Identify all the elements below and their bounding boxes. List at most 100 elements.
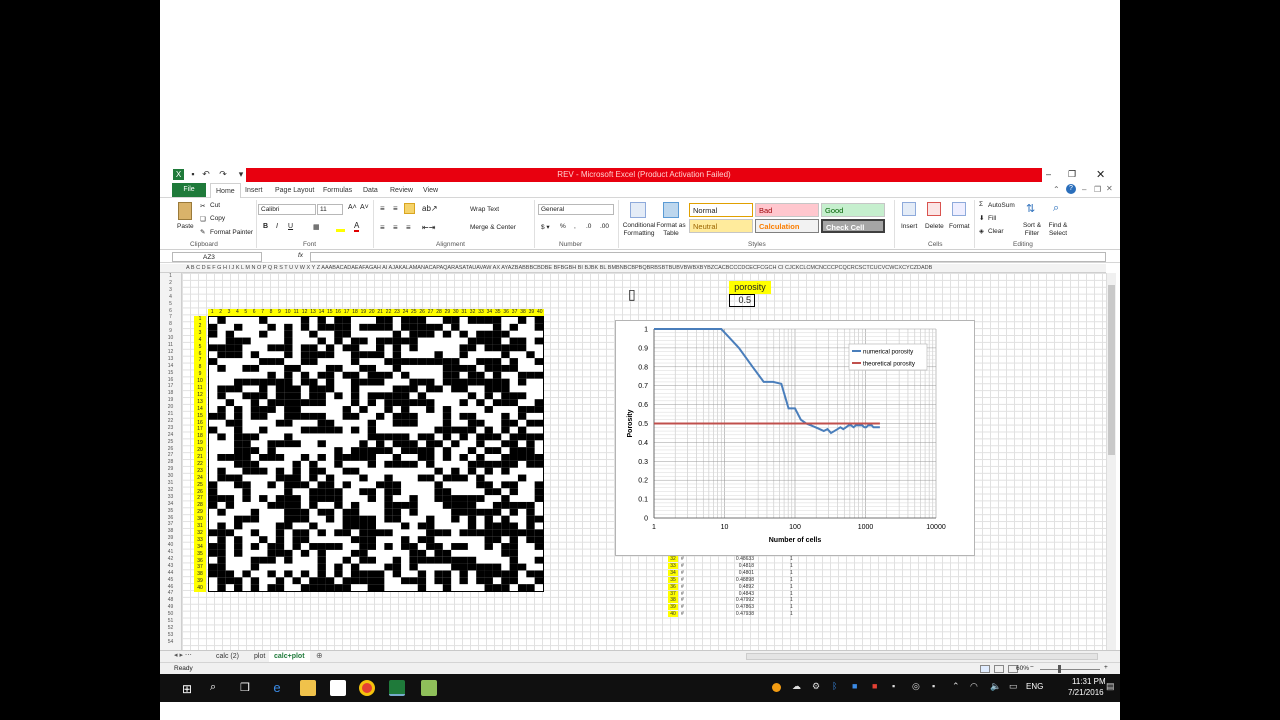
sheet-tab-calc-plot[interactable]: calc+plot (269, 651, 310, 662)
row-header[interactable]: 15 (160, 370, 181, 376)
autosum-button[interactable]: AutoSum (988, 202, 1015, 209)
sheet-tab-calc2[interactable]: calc (2) (211, 651, 244, 662)
style-bad[interactable]: Bad (755, 203, 819, 217)
bold-icon[interactable]: B (263, 223, 268, 230)
row-header[interactable]: 13 (160, 356, 181, 362)
clock-time[interactable]: 11:31 PM (1072, 677, 1106, 686)
font-color-icon[interactable]: A (354, 222, 360, 232)
tray-app5-icon[interactable]: ▪ (932, 681, 935, 691)
wrap-text-button[interactable]: Wrap Text (470, 206, 499, 213)
row-header[interactable]: 1 (160, 273, 181, 279)
edge-icon[interactable]: e (269, 680, 285, 696)
copy-button[interactable]: Copy (210, 215, 225, 222)
orientation-icon[interactable]: ab↗ (422, 204, 438, 213)
format-cells-button[interactable]: Format (949, 223, 970, 230)
tray-app3-icon[interactable]: ▪ (892, 681, 895, 691)
task-view-icon[interactable]: ❒ (240, 681, 250, 694)
tab-home[interactable]: Home (210, 183, 241, 198)
porosity-value[interactable]: 0.5 (729, 294, 755, 307)
increase-decimal-icon[interactable]: .0 (586, 223, 591, 230)
tab-review[interactable]: Review (385, 183, 418, 198)
align-bottom-icon[interactable] (404, 203, 415, 214)
row-header[interactable]: 10 (160, 335, 181, 341)
row-header[interactable]: 9 (160, 328, 181, 334)
fill-button[interactable]: Fill (988, 215, 996, 222)
row-header[interactable]: 46 (160, 584, 181, 590)
customize-qat-icon[interactable]: ▾ (236, 169, 246, 180)
row-header[interactable]: 16 (160, 377, 181, 383)
bluetooth-icon[interactable]: ᛒ (832, 681, 837, 691)
row-header[interactable]: 8 (160, 321, 181, 327)
file-explorer-icon[interactable] (300, 680, 316, 696)
row-header[interactable]: 53 (160, 632, 181, 638)
row-header[interactable]: 25 (160, 439, 181, 445)
tray-arrow-icon[interactable]: ⌃ (952, 681, 960, 692)
find-select-button[interactable]: Find & Select (1046, 222, 1070, 238)
row-header[interactable]: 7 (160, 314, 181, 320)
chrome-icon[interactable] (359, 680, 375, 696)
format-painter-button[interactable]: Format Painter (210, 229, 253, 236)
row-header[interactable]: 29 (160, 466, 181, 472)
row-header[interactable]: 19 (160, 397, 181, 403)
zoom-in-icon[interactable]: + (1104, 664, 1108, 671)
sheet-tab-plot[interactable]: plot (249, 651, 270, 662)
zoom-out-icon[interactable]: − (1030, 664, 1034, 671)
font-name-select[interactable]: Calibri (258, 204, 316, 215)
undo-icon[interactable]: ↶ (201, 169, 211, 180)
row-header[interactable]: 39 (160, 535, 181, 541)
row-header[interactable]: 3 (160, 287, 181, 293)
save-icon[interactable]: ▪ (188, 169, 198, 180)
row-header[interactable]: 5 (160, 301, 181, 307)
row-header[interactable]: 43 (160, 563, 181, 569)
clock-date[interactable]: 7/21/2016 (1068, 688, 1104, 697)
zoom-level[interactable]: 60% (1016, 665, 1029, 672)
row-header[interactable]: 28 (160, 459, 181, 465)
row-header[interactable]: 23 (160, 425, 181, 431)
conditional-formatting-button[interactable]: Conditional Formatting (621, 222, 657, 238)
wifi-icon[interactable]: ◠ (970, 681, 978, 692)
tab-view[interactable]: View (418, 183, 443, 198)
row-header[interactable]: 37 (160, 521, 181, 527)
row-header[interactable]: 49 (160, 604, 181, 610)
grow-font-icon[interactable]: A˄ (348, 204, 357, 211)
row-header[interactable]: 42 (160, 556, 181, 562)
row-header[interactable]: 33 (160, 494, 181, 500)
row-header[interactable]: 47 (160, 590, 181, 596)
row-header[interactable]: 22 (160, 418, 181, 424)
tab-page-layout[interactable]: Page Layout (270, 183, 319, 198)
name-box[interactable]: AZ3 (172, 252, 262, 262)
close-icon[interactable]: ✕ (1096, 168, 1105, 181)
row-header[interactable]: 44 (160, 570, 181, 576)
paste-button[interactable]: Paste (177, 223, 194, 230)
horizontal-scrollbar[interactable] (746, 653, 1098, 660)
row-header[interactable]: 51 (160, 618, 181, 624)
tray-network-icon[interactable]: ⚙ (812, 681, 820, 692)
number-format-select[interactable]: General (538, 204, 614, 215)
row-header[interactable]: 41 (160, 549, 181, 555)
align-top-icon[interactable]: ≡ (380, 204, 385, 213)
style-neutral[interactable]: Neutral (689, 219, 753, 233)
insert-cells-button[interactable]: Insert (901, 223, 917, 230)
vertical-scrollbar[interactable] (1106, 273, 1116, 650)
row-header[interactable]: 17 (160, 383, 181, 389)
style-good[interactable]: Good (821, 203, 885, 217)
new-sheet-icon[interactable]: ⊕ (316, 651, 323, 660)
language-indicator[interactable]: ENG (1026, 682, 1043, 691)
underline-icon[interactable]: U (288, 223, 293, 230)
ribbon-collapse-icon[interactable]: ⌃ (1053, 185, 1060, 194)
window-close-icon[interactable]: ✕ (1106, 184, 1113, 193)
row-header[interactable]: 2 (160, 280, 181, 286)
row-header[interactable]: 48 (160, 597, 181, 603)
row-header[interactable]: 38 (160, 528, 181, 534)
tab-data[interactable]: Data (358, 183, 383, 198)
row-header[interactable]: 31 (160, 480, 181, 486)
tray-app2-icon[interactable]: ■ (872, 681, 877, 691)
app-taskbar-icon[interactable] (421, 680, 437, 696)
row-header[interactable]: 20 (160, 404, 181, 410)
delete-cells-button[interactable]: Delete (925, 223, 944, 230)
scroll-thumb[interactable] (1108, 285, 1115, 455)
minimize-icon[interactable]: – (1046, 169, 1051, 179)
fill-color-icon[interactable] (336, 223, 345, 232)
zoom-slider-thumb[interactable] (1058, 665, 1061, 673)
row-header[interactable]: 34 (160, 501, 181, 507)
